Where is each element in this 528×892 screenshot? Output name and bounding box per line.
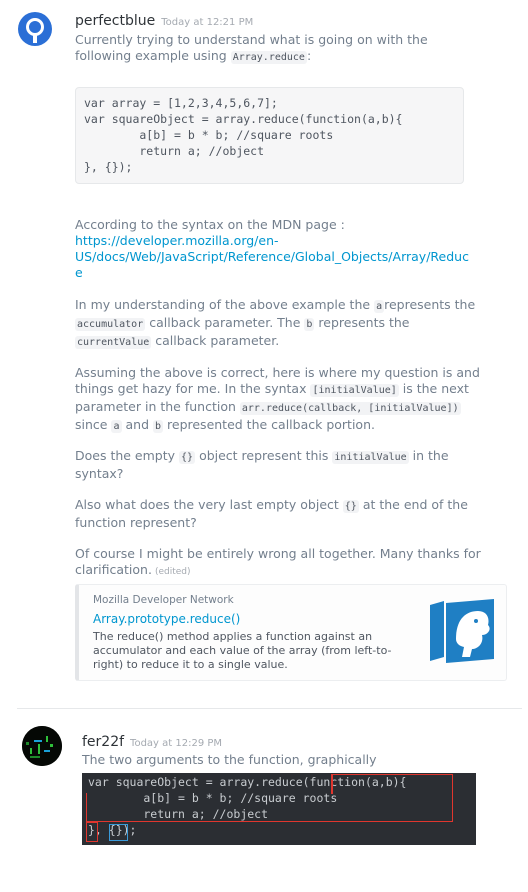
mdn-link[interactable]: https://developer.mozilla.org/en- US/doc… xyxy=(75,233,515,281)
paragraph-question: Assuming the above is correct, here is w… xyxy=(75,365,480,433)
message-divider xyxy=(17,708,522,709)
mdn-logo-icon[interactable] xyxy=(426,599,498,663)
paragraph-thanks: Of course I might be entirely wrong all … xyxy=(75,546,481,577)
username[interactable]: perfectblue xyxy=(75,13,155,29)
embed-description: The reduce() method applies a function a… xyxy=(93,630,392,671)
timestamp: Today at 12:21 PM xyxy=(161,17,254,28)
pixel-avatar-icon xyxy=(22,726,62,766)
edited-label: (edited) xyxy=(154,567,191,577)
paragraph-last-object: Also what does the very last empty objec… xyxy=(75,497,468,530)
mdn-reference: According to the syntax on the MDN page … xyxy=(75,217,515,281)
callback-annotation-top xyxy=(331,774,453,794)
message-header: perfectblue Today at 12:21 PM xyxy=(75,10,253,29)
link-embed: Mozilla Developer Network Array.prototyp… xyxy=(75,584,507,681)
initialvalue-annotation xyxy=(109,824,128,841)
message-header: fer22f Today at 12:29 PM xyxy=(82,731,222,750)
embed-title-link[interactable]: Array.prototype.reduce() xyxy=(93,612,240,626)
avatar[interactable] xyxy=(18,12,52,46)
paragraph-understanding: In my understanding of the above example… xyxy=(75,297,476,349)
username[interactable]: fer22f xyxy=(82,734,124,750)
paragraph-initialvalue: Does the empty {} object represent this … xyxy=(75,448,449,481)
code-block: var array = [1,2,3,4,5,6,7]; var squareOb… xyxy=(75,87,464,184)
timestamp: Today at 12:29 PM xyxy=(130,738,223,749)
message-intro: Currently trying to understand what is g… xyxy=(75,32,428,64)
embed-provider[interactable]: Mozilla Developer Network xyxy=(93,594,234,606)
callback-annotation-box xyxy=(86,793,453,822)
message-text: The two arguments to the function, graph… xyxy=(82,752,377,767)
callback-annotation-close xyxy=(86,822,98,842)
avatar[interactable] xyxy=(22,726,62,766)
